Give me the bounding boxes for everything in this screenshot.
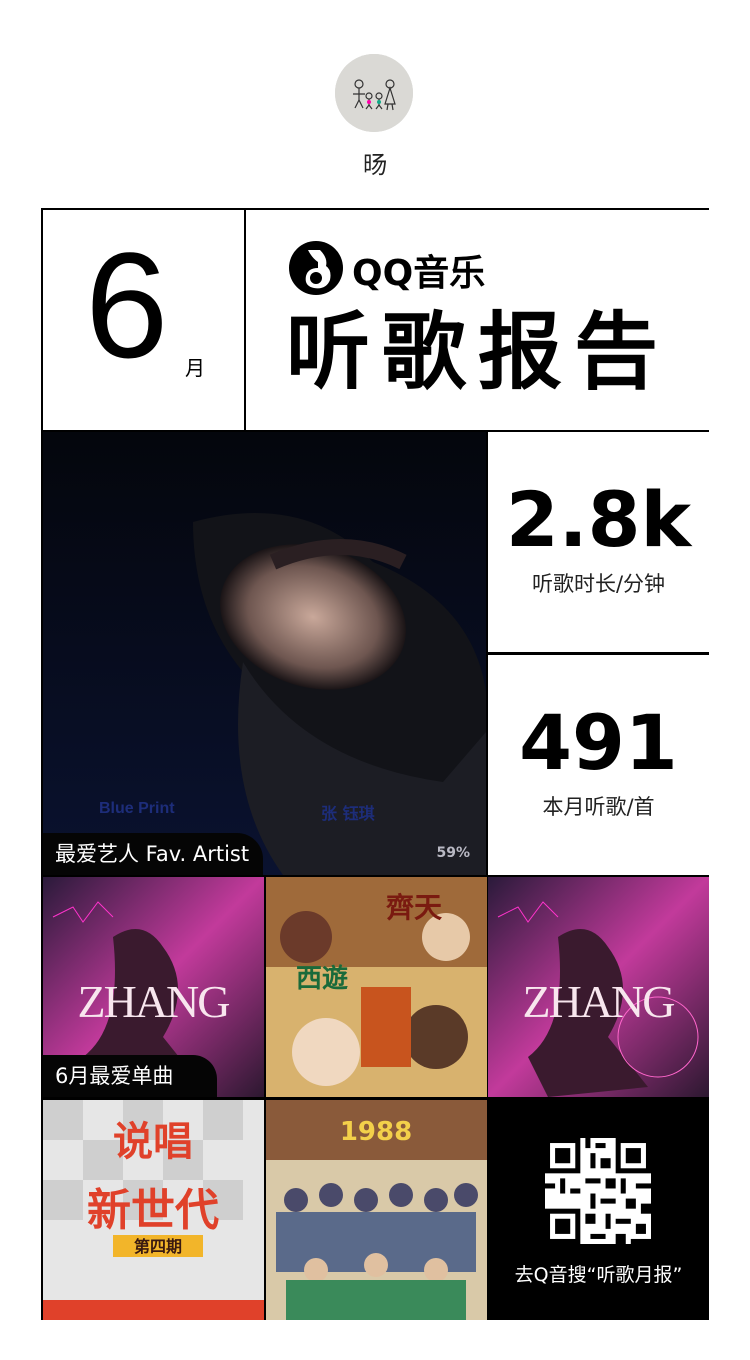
- album-artist-text: 张 钰琪: [321, 804, 375, 823]
- month-cell: 6 月: [43, 210, 244, 430]
- svg-text:新世代: 新世代: [87, 1185, 219, 1236]
- cover-text: ZHANG: [523, 976, 675, 1027]
- song-cover-1[interactable]: ZHANG 6月最爱单曲: [43, 877, 264, 1097]
- cover-text: ZHANG: [78, 976, 230, 1027]
- album-title-text: Blue Print: [99, 800, 175, 817]
- journey-west-cover-art: 齊天 西遊: [266, 877, 487, 1097]
- song-cover-2[interactable]: 齊天 西遊: [266, 877, 487, 1097]
- cover-text: 说唱: [113, 1119, 193, 1165]
- listening-minutes-stat: 2.8k 听歌时长/分钟: [488, 432, 709, 652]
- avatar[interactable]: [335, 54, 413, 132]
- rap-show-cover-art: 说唱 新世代 第四期: [43, 1100, 264, 1320]
- username: 旸: [363, 151, 387, 179]
- report-card: 6 月 QQ音乐 听歌报告 Blue Print 张 钰琪 59% 最爱艺人 F…: [41, 208, 709, 1320]
- family-drawing-avatar: [335, 54, 413, 132]
- song-cover-4[interactable]: 说唱 新世代 第四期: [43, 1100, 264, 1320]
- fav-song-label: 6月最爱单曲: [43, 1055, 218, 1097]
- song-cover-3[interactable]: ZHANG: [488, 877, 709, 1097]
- title-cell: QQ音乐 听歌报告: [246, 210, 709, 430]
- cover-text: 1988: [340, 1117, 412, 1147]
- svg-text:第四期: 第四期: [134, 1237, 182, 1256]
- qr-code-icon: [545, 1138, 651, 1244]
- cover-text: 齊天: [386, 891, 442, 924]
- stat-label: 本月听歌/首: [542, 795, 655, 819]
- brand-name: QQ音乐: [352, 253, 486, 294]
- progress-text: 59%: [436, 845, 470, 861]
- stat-value: 491: [519, 698, 678, 787]
- qq-music-logo-icon: [289, 241, 343, 295]
- fav-artist-image[interactable]: Blue Print 张 钰琪 59% 最爱艺人 Fav. Artist: [43, 432, 486, 875]
- svg-text:西遊: 西遊: [296, 963, 348, 994]
- report-title: 听歌报告: [286, 303, 671, 401]
- reply-1988-cover-art: 1988: [266, 1100, 487, 1320]
- song-cover-5[interactable]: 1988: [266, 1100, 487, 1320]
- fav-artist-label: 最爱艺人 Fav. Artist: [43, 833, 264, 875]
- share-hint-text: 去Q音搜“听歌月报”: [514, 1264, 683, 1286]
- month-unit: 月: [185, 356, 205, 380]
- songs-count-stat: 491 本月听歌/首: [488, 655, 709, 875]
- zhang-cover-art: ZHANG: [488, 877, 709, 1097]
- stat-label: 听歌时长/分钟: [531, 572, 666, 596]
- month-number: 6: [85, 221, 169, 389]
- stat-value: 2.8k: [505, 475, 692, 564]
- share-qr-cell[interactable]: 去Q音搜“听歌月报”: [488, 1100, 709, 1320]
